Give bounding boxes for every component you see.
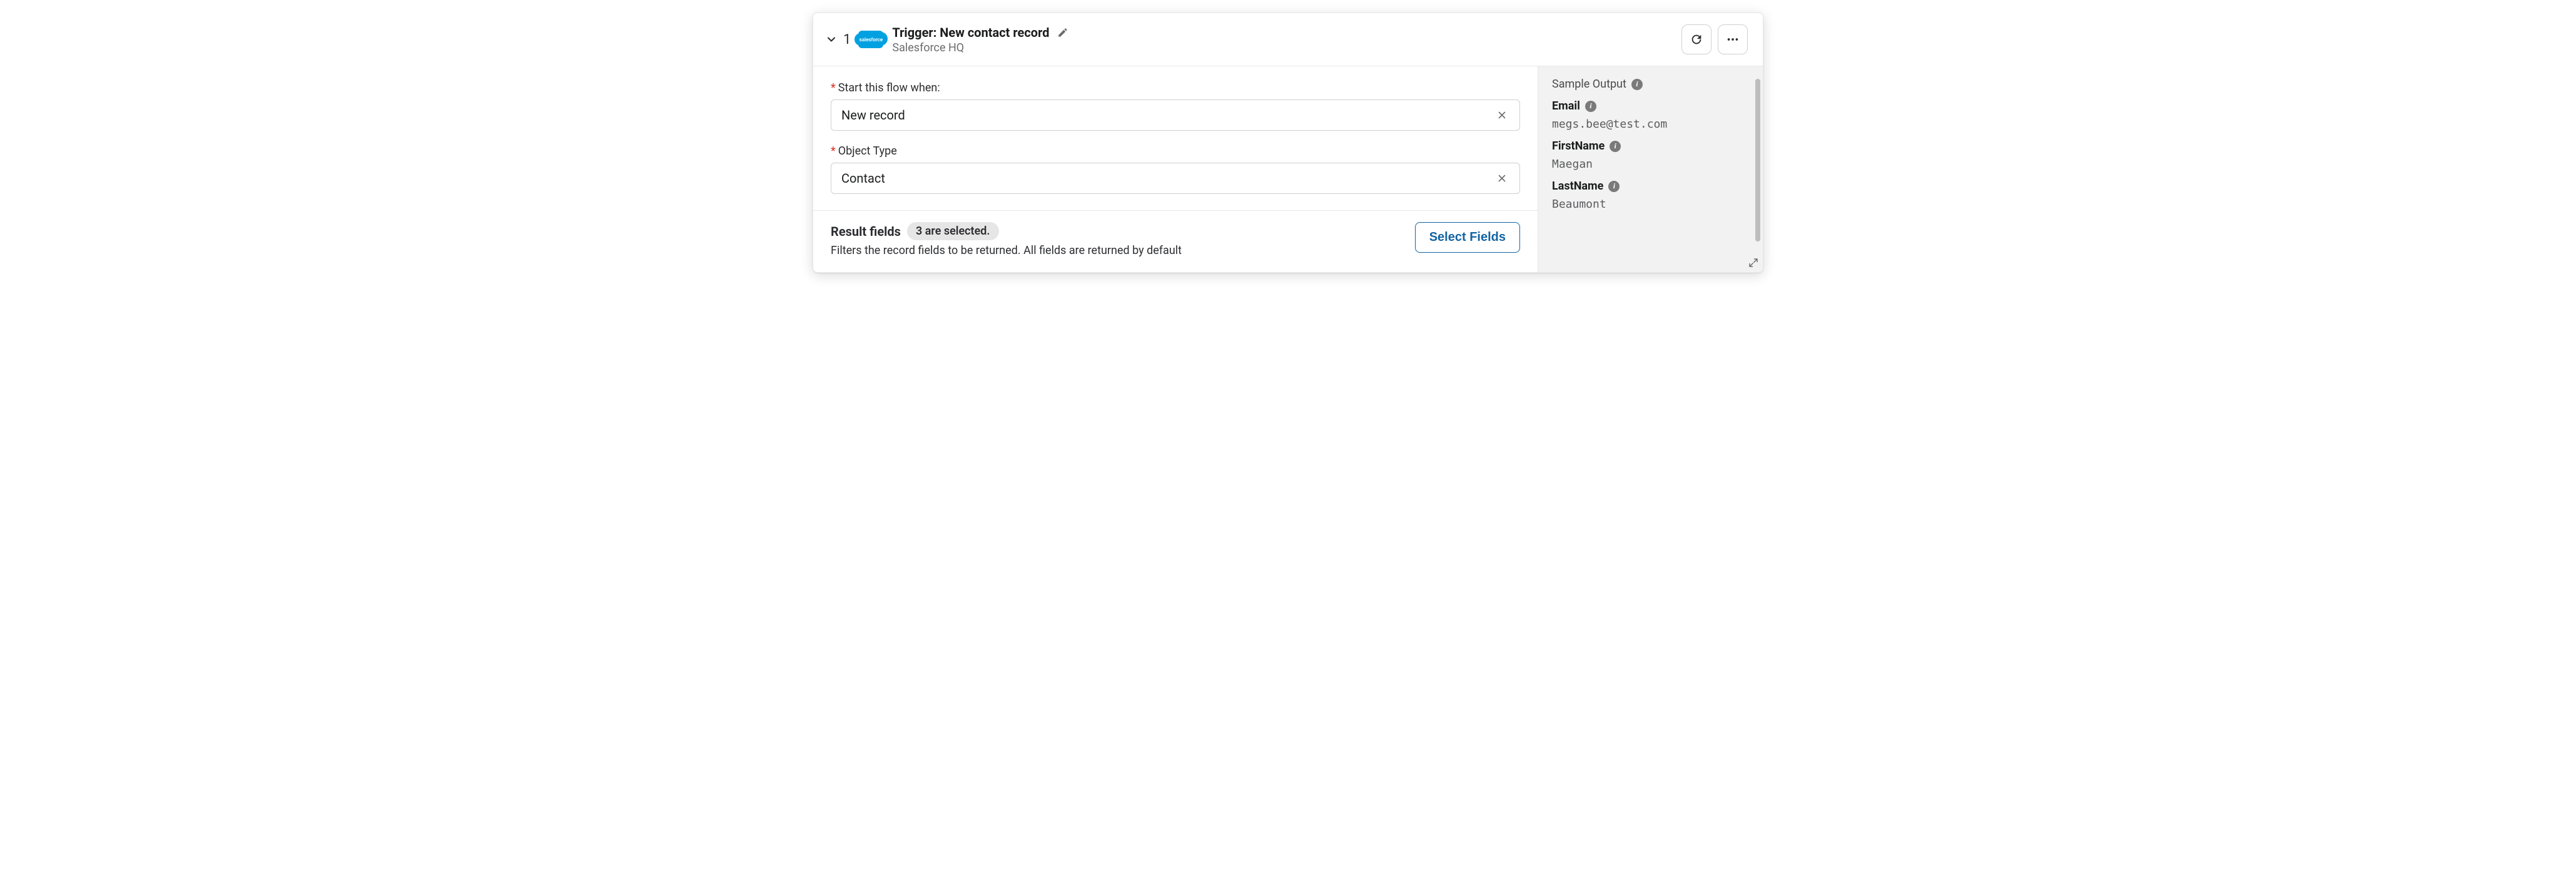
info-icon[interactable]: i [1610,141,1621,152]
sample-output-panel: Sample Output i Email i megs.bee@test.co… [1538,66,1763,272]
sample-field-label: Email [1552,99,1580,113]
sample-output-title: Sample Output [1552,78,1626,91]
step-number: 1 [843,32,851,48]
sample-output-header: Sample Output i [1552,78,1749,91]
sample-field-name: Email i [1552,99,1749,113]
collapse-chevron-icon[interactable] [824,33,838,46]
result-fields-section: Result fields 3 are selected. Filters th… [813,210,1538,272]
info-icon[interactable]: i [1608,181,1620,192]
step-title-row: Trigger: New contact record [892,25,1070,40]
card-body: Start this flow when: New record Object … [813,66,1763,272]
start-flow-value: New record [841,108,905,123]
start-flow-label: Start this flow when: [831,81,1520,94]
result-fields-count-badge: 3 are selected. [907,222,999,240]
expand-panel-icon[interactable] [1748,257,1759,268]
info-icon[interactable]: i [1631,79,1643,90]
result-fields-description: Filters the record fields to be returned… [831,244,1182,257]
sample-field-value: megs.bee@test.com [1552,118,1749,131]
clear-object-type-icon[interactable] [1494,171,1509,186]
salesforce-logo-icon: salesforce [858,31,883,48]
sample-field-name: LastName i [1552,180,1749,193]
title-block: Trigger: New contact record Salesforce H… [892,25,1070,54]
step-subtitle: Salesforce HQ [892,41,1070,54]
sample-field-name: FirstName i [1552,140,1749,153]
object-type-select[interactable]: Contact [831,163,1520,194]
more-actions-button[interactable] [1718,24,1748,54]
result-fields-title: Result fields [831,224,901,239]
scrollbar-thumb[interactable] [1755,79,1760,241]
object-type-value: Contact [841,171,885,186]
start-flow-select[interactable]: New record [831,99,1520,131]
edit-title-icon[interactable] [1055,25,1070,40]
select-fields-button[interactable]: Select Fields [1415,222,1520,253]
trigger-step-card: 1 salesforce Trigger: New contact record… [813,13,1763,273]
card-header: 1 salesforce Trigger: New contact record… [813,13,1763,66]
sample-field-value: Maegan [1552,158,1749,171]
step-title: Trigger: New contact record [892,25,1049,40]
clear-start-flow-icon[interactable] [1494,108,1509,123]
object-type-label: Object Type [831,145,1520,158]
sample-field-label: FirstName [1552,140,1605,153]
salesforce-logo-text: salesforce [860,37,883,43]
sample-field-label: LastName [1552,180,1603,193]
refresh-button[interactable] [1681,24,1711,54]
form-column: Start this flow when: New record Object … [813,66,1538,272]
info-icon[interactable]: i [1585,101,1596,112]
sample-field-value: Beaumont [1552,198,1749,211]
